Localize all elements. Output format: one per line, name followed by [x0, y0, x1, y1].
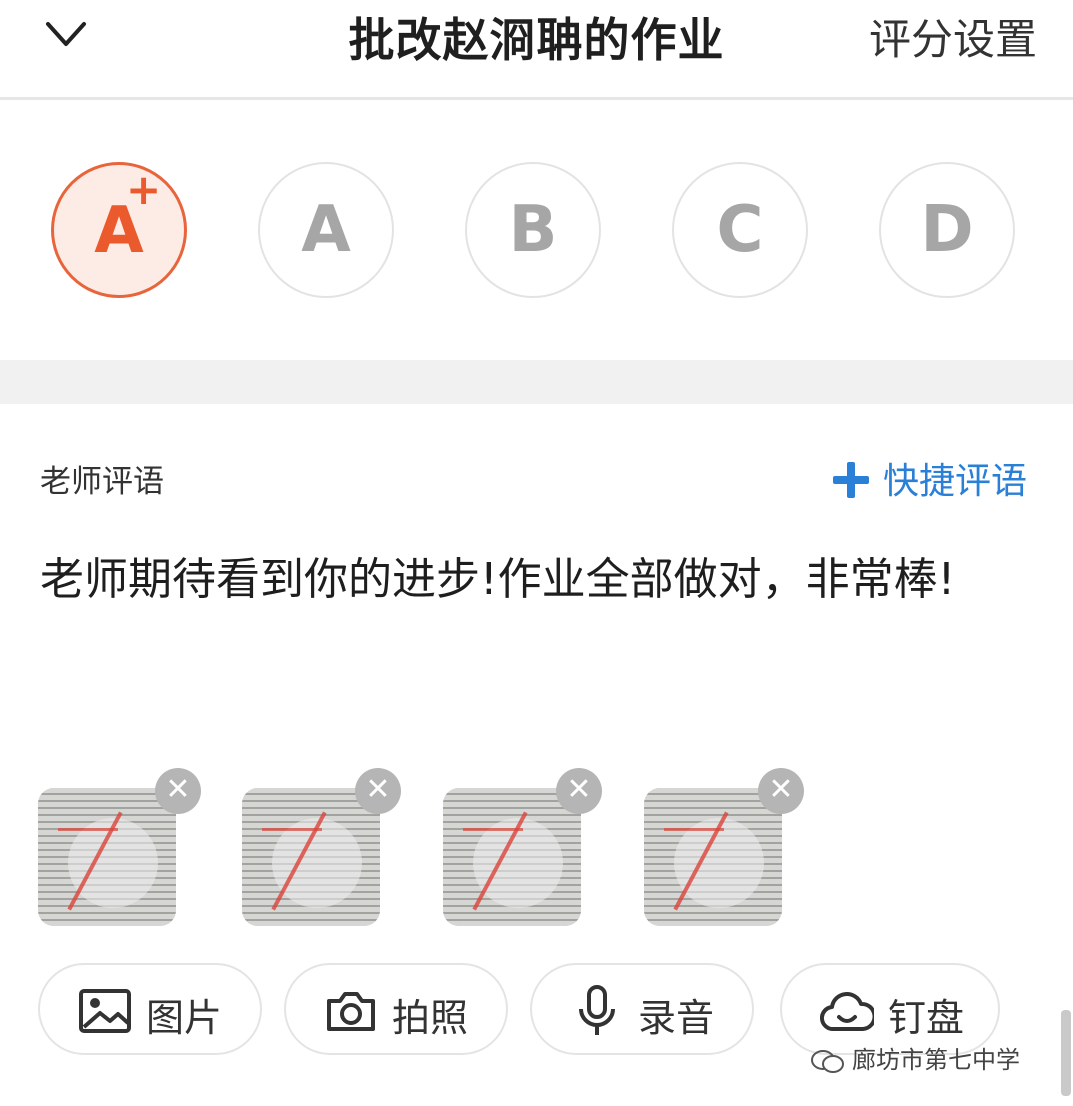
comment-label: 老师评语 [40, 464, 164, 500]
camera-icon [327, 992, 375, 1031]
grade-letter: D [920, 193, 974, 267]
microphone-icon [579, 985, 615, 1035]
grade-letter: A [301, 193, 351, 267]
remove-attachment-button[interactable]: ✕ [758, 768, 804, 814]
grade-selector: A + A B C D [0, 103, 1073, 360]
attachment-thumbnail[interactable] [242, 788, 380, 926]
take-photo-label: 拍照 [392, 996, 469, 1040]
remove-attachment-button[interactable]: ✕ [155, 768, 201, 814]
record-audio-button[interactable]: 录音 [530, 963, 754, 1055]
quick-comment-label: 快捷评语 [882, 461, 1027, 502]
close-icon: ✕ [768, 772, 794, 807]
grade-d-button[interactable]: D [879, 162, 1015, 298]
close-icon: ✕ [165, 772, 191, 807]
image-icon [79, 989, 131, 1033]
remove-attachment-button[interactable]: ✕ [556, 768, 602, 814]
add-image-label: 图片 [146, 996, 223, 1040]
add-image-button[interactable]: 图片 [38, 963, 262, 1055]
top-bar: 批改赵浻聃的作业 评分设置 [0, 0, 1073, 100]
grade-plus-sign: + [126, 165, 162, 214]
attachment-thumbnail[interactable] [644, 788, 782, 926]
grade-a-button[interactable]: A [258, 162, 394, 298]
watermark-text: 廊坊市第七中学 [852, 1046, 1020, 1074]
grade-c-button[interactable]: C [672, 162, 808, 298]
wechat-icon [811, 1050, 844, 1073]
cloud-icon [820, 992, 874, 1032]
close-icon: ✕ [566, 772, 592, 807]
grade-b-button[interactable]: B [465, 162, 601, 298]
grade-letter: B [508, 193, 558, 267]
grading-settings-button[interactable]: 评分设置 [869, 6, 1037, 67]
grade-letter: C [716, 193, 764, 267]
close-icon: ✕ [365, 772, 391, 807]
cloud-drive-label: 钉盘 [888, 996, 965, 1040]
comment-text[interactable]: 老师期待看到你的进步!作业全部做对，非常棒! [40, 548, 1040, 612]
attachment-thumbnail[interactable] [443, 788, 581, 926]
quick-comment-button[interactable]: 快捷评语 [832, 452, 1027, 504]
section-divider [0, 360, 1073, 404]
grade-a-plus-button[interactable]: A + [51, 162, 187, 298]
record-audio-label: 录音 [638, 996, 715, 1040]
scrollbar[interactable] [1061, 1010, 1071, 1096]
plus-icon [832, 462, 869, 498]
remove-attachment-button[interactable]: ✕ [355, 768, 401, 814]
attachment-thumbnail[interactable] [38, 788, 176, 926]
take-photo-button[interactable]: 拍照 [284, 963, 508, 1055]
watermark: 廊坊市第七中学 [810, 1040, 1020, 1075]
